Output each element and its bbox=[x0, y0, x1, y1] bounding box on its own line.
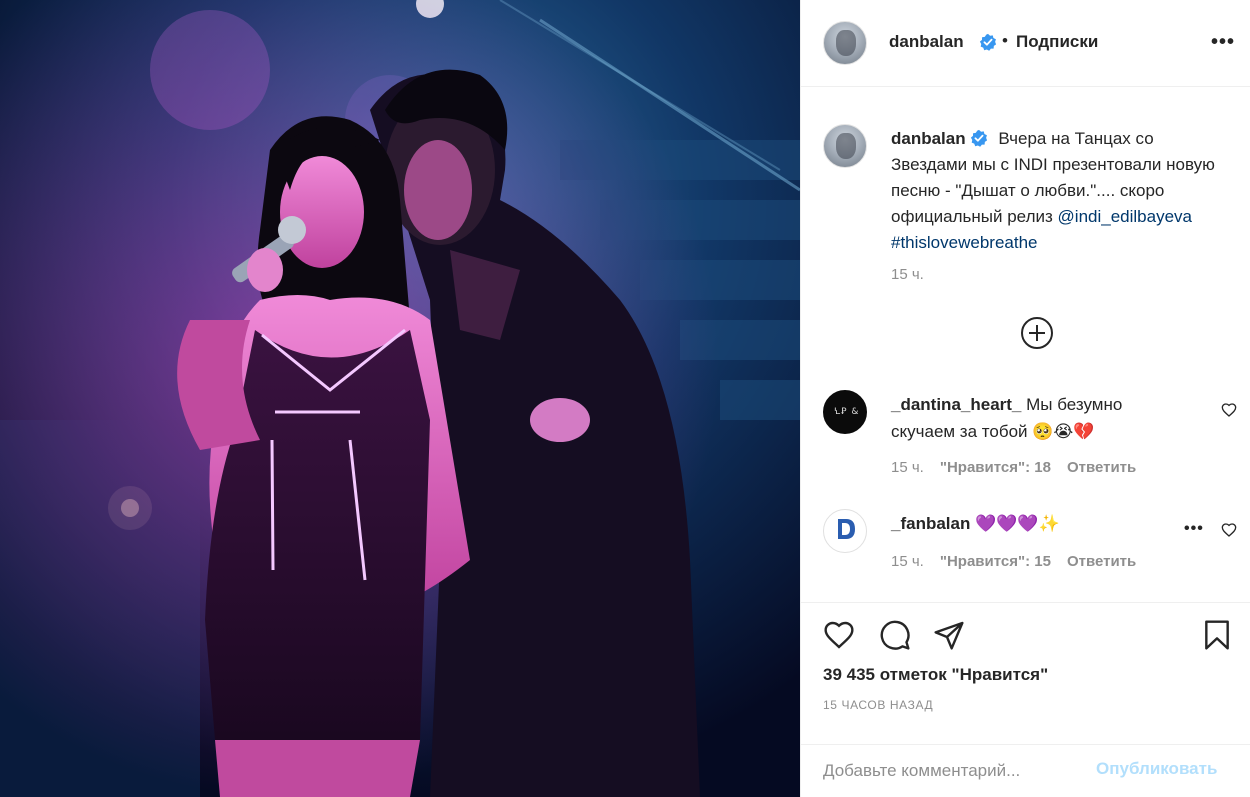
verified-badge-icon bbox=[979, 33, 997, 51]
paper-plane-icon[interactable] bbox=[933, 619, 965, 651]
caption-time: 15 ч. bbox=[891, 266, 924, 283]
header-separator: • bbox=[1002, 31, 1008, 50]
author-avatar[interactable] bbox=[823, 21, 867, 65]
comment-likes[interactable]: "Нравится": 15 bbox=[940, 553, 1051, 570]
following-button[interactable]: Подписки bbox=[1016, 32, 1098, 52]
fanbalan-logo-icon bbox=[838, 519, 855, 539]
post-photo[interactable] bbox=[0, 0, 800, 797]
avatar-logo: ꝆꝐ & bbox=[834, 407, 860, 417]
comment-avatar[interactable] bbox=[823, 509, 867, 553]
author-username[interactable]: danbalan bbox=[889, 32, 964, 52]
add-comment-bar: Опубликовать bbox=[801, 744, 1250, 797]
comment-heart-icon[interactable] bbox=[1221, 522, 1237, 538]
post-timestamp: 15 ЧАСОВ НАЗАД bbox=[823, 698, 934, 712]
comment-bubble-icon[interactable] bbox=[879, 619, 911, 651]
verified-badge-icon bbox=[970, 129, 987, 147]
comment-username[interactable]: _dantina_heart_ bbox=[891, 395, 1021, 414]
comment-time: 15 ч. bbox=[891, 459, 924, 476]
heart-icon[interactable] bbox=[823, 619, 855, 651]
plus-circle-icon[interactable] bbox=[1020, 316, 1054, 350]
comment-input[interactable] bbox=[823, 757, 1083, 785]
comment-meta: 15 ч. "Нравится": 18 Ответить bbox=[891, 459, 1152, 476]
concert-photo-image bbox=[0, 0, 800, 797]
comment-heart-icon[interactable] bbox=[1221, 402, 1237, 418]
reply-button[interactable]: Ответить bbox=[1067, 459, 1136, 476]
comment-likes[interactable]: "Нравится": 18 bbox=[940, 459, 1051, 476]
post-caption: danbalan Вчера на Танцах со Звездами мы … bbox=[891, 126, 1231, 256]
comment-time: 15 ч. bbox=[891, 553, 924, 570]
publish-button[interactable]: Опубликовать bbox=[1096, 759, 1217, 779]
comment-options-button[interactable]: ••• bbox=[1184, 520, 1204, 538]
post-likes-count[interactable]: 39 435 отметок "Нравится" bbox=[823, 665, 1048, 685]
comment-text: 💜💜💜✨ bbox=[975, 514, 1060, 533]
post-actions: 39 435 отметок "Нравится" 15 ЧАСОВ НАЗАД bbox=[801, 602, 1250, 744]
post-details-panel: danbalan • Подписки ••• danbalan Вчера н… bbox=[800, 0, 1250, 797]
comment-meta: 15 ч. "Нравится": 15 Ответить bbox=[891, 553, 1152, 570]
post-header: danbalan • Подписки ••• bbox=[801, 0, 1250, 87]
bookmark-icon[interactable] bbox=[1201, 619, 1233, 651]
post-options-button[interactable]: ••• bbox=[1211, 31, 1235, 54]
caption-author-avatar[interactable] bbox=[823, 124, 867, 168]
reply-button[interactable]: Ответить bbox=[1067, 553, 1136, 570]
comment-avatar[interactable]: ꝆꝐ & bbox=[823, 390, 867, 434]
comment-item: _dantina_heart_ Мы безумно скучаем за то… bbox=[891, 391, 1191, 445]
comment-item: _fanbalan 💜💜💜✨ bbox=[891, 510, 1191, 537]
caption-username[interactable]: danbalan bbox=[891, 129, 966, 148]
comment-username[interactable]: _fanbalan bbox=[891, 514, 970, 533]
caption-hashtag-link[interactable]: #thislovewebreathe bbox=[891, 233, 1037, 252]
caption-mention-link[interactable]: @indi_edilbayeva bbox=[1058, 207, 1192, 226]
